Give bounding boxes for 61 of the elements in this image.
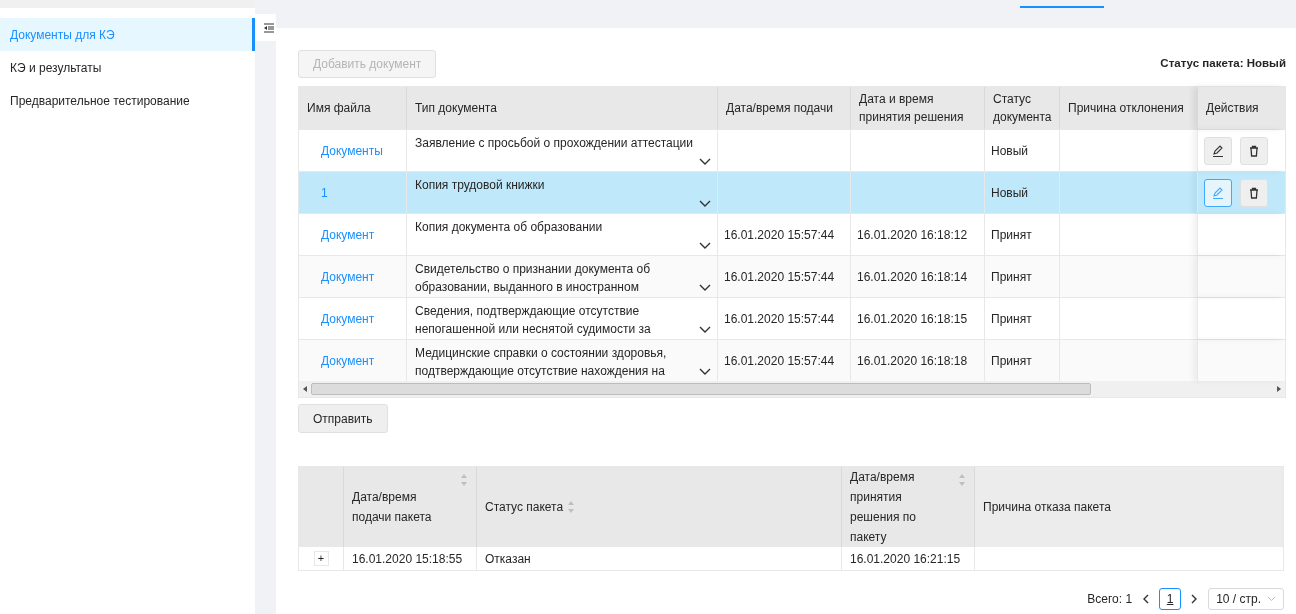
- trash-icon: [1248, 144, 1260, 157]
- scroll-left-icon[interactable]: [303, 386, 307, 392]
- table-cell-text: Новый: [991, 184, 1029, 202]
- table-cell-text: 16.01.2020 16:18:18: [857, 352, 968, 370]
- chevron-down-icon[interactable]: [699, 242, 711, 250]
- table-cell-text: Новый: [991, 142, 1029, 160]
- next-page-icon[interactable]: [1191, 594, 1199, 604]
- sidebar-item[interactable]: КЭ и результаты: [0, 51, 255, 84]
- table-cell-text: 16.01.2020 15:18:55: [352, 550, 463, 568]
- collapse-menu-icon: [263, 22, 275, 33]
- column-header[interactable]: Дата/время принятия решения по пакету: [850, 467, 945, 547]
- chevron-down-icon[interactable]: [699, 368, 711, 376]
- send-button[interactable]: Отправить: [298, 404, 388, 433]
- table-cell-text: 16.01.2020 16:18:15: [857, 310, 968, 328]
- table-cell-text: Свидетельство о признании документа об образовании, выданного в иностранном: [415, 261, 652, 296]
- column-header: Имя файла: [306, 100, 372, 117]
- pencil-icon: [1212, 144, 1224, 157]
- table-cell-text: Сведения, подтверждающие отсутствие непогашенной или неснятой судимости за: [415, 303, 652, 338]
- table-row[interactable]: Документ Копия документа об образовании 16.01.2020 15:57:44 16.01.2020 16:18:12 Принят: [299, 213, 1285, 255]
- table-cell-text: 16.01.2020 16:18:12: [857, 226, 968, 244]
- table-cell-text: Копия трудовой книжки: [415, 177, 546, 194]
- table-cell-text: 16.01.2020 15:57:44: [724, 268, 835, 286]
- trash-icon: [1248, 186, 1260, 199]
- table-row[interactable]: Документ Сведения, подтверждающие отсутствие непогашенной или неснятой судимости за 16.01.2020 15:57:44 16.01.2020 16:18:15 Принят: [299, 297, 1285, 339]
- table-cell-text: Принят: [991, 268, 1032, 286]
- chevron-down-icon[interactable]: [699, 284, 711, 292]
- page-size-select[interactable]: 10 / стр.: [1208, 588, 1284, 610]
- sidebar-item[interactable]: Предварительное тестирование: [0, 84, 255, 117]
- table-cell-text: Копия документа об образовании: [415, 219, 604, 236]
- chevron-down-icon[interactable]: [699, 326, 711, 334]
- column-header[interactable]: Дата/время подачи пакета: [352, 487, 447, 527]
- pencil-icon: [1212, 186, 1224, 199]
- table-cell-text: 16.01.2020 16:21:15: [850, 550, 961, 568]
- table-cell-text: 16.01.2020 15:57:44: [724, 352, 835, 370]
- total-count: Всего: 1: [1087, 591, 1133, 608]
- table-cell-text: 16.01.2020 16:18:14: [857, 268, 968, 286]
- column-header[interactable]: Причина отказа пакета: [983, 497, 1111, 517]
- chevron-down-icon: [1267, 596, 1276, 602]
- table-cell-text: Медицинские справки о состоянии здоровья, подтверждающие отсутствие нахождения на: [415, 345, 668, 380]
- delete-button[interactable]: [1240, 178, 1268, 207]
- table-cell-text: Принят: [991, 226, 1032, 244]
- table-cell-text: 16.01.2020 15:57:44: [724, 226, 835, 244]
- chevron-down-icon[interactable]: [699, 158, 711, 166]
- table-row[interactable]: Документ Свидетельство о признании документа об образовании, выданного в иностранном 16.01.2020 15:57:44 16.01.2020 16:18:14 Принят: [299, 255, 1285, 297]
- column-header[interactable]: Статус пакета: [485, 497, 564, 517]
- table-cell-text: 16.01.2020 15:57:44: [724, 310, 835, 328]
- scroll-right-icon[interactable]: [1277, 386, 1281, 392]
- table-cell-text: Принят: [991, 310, 1032, 328]
- previous-page-icon[interactable]: [1142, 594, 1150, 604]
- package-status: Статус пакета: Новый: [1160, 56, 1286, 72]
- expand-row-button[interactable]: +: [313, 551, 329, 566]
- page-button[interactable]: 1: [1159, 588, 1182, 610]
- table-cell-text: Принят: [991, 352, 1032, 370]
- horizontal-scrollbar[interactable]: [299, 381, 1285, 397]
- delete-button[interactable]: [1240, 136, 1268, 165]
- table-row[interactable]: 1 Копия трудовой книжки Новый: [299, 171, 1285, 213]
- chevron-down-icon[interactable]: [699, 200, 711, 208]
- table-row[interactable]: Документы Заявление с просьбой о прохождении аттестации Новый: [299, 129, 1285, 171]
- table-cell-text: Заявление с просьбой о прохождении аттестации: [415, 135, 694, 152]
- table-cell-text: Отказан: [485, 550, 531, 568]
- table-row[interactable]: Документ Медицинские справки о состоянии здоровья, подтверждающие отсутствие нахождения на 16.01.2020 15:57:44 16.01.2020 16:18:18 Принят: [299, 339, 1285, 381]
